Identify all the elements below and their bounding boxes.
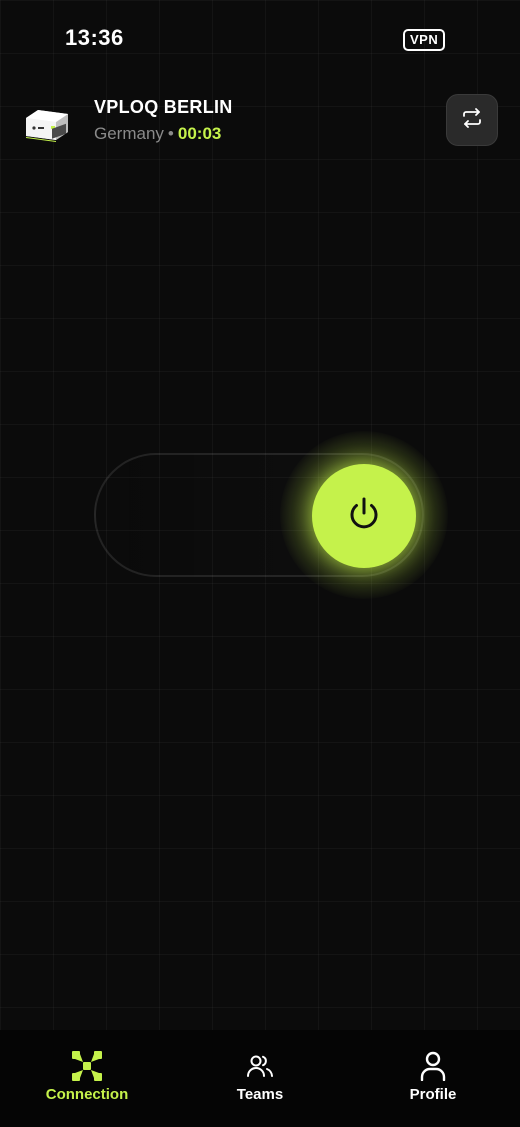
vpn-badge: VPN: [403, 29, 446, 51]
bottom-nav: Connection Teams Profile: [0, 1030, 520, 1127]
server-country: Germany: [94, 124, 164, 143]
separator-dot: •: [167, 124, 174, 143]
tab-profile[interactable]: Profile: [353, 1050, 513, 1110]
swap-arrows-icon: [461, 107, 483, 134]
connection-timer: 00:03: [177, 124, 222, 143]
tab-connection[interactable]: Connection: [7, 1050, 167, 1110]
profile-icon: [417, 1050, 449, 1082]
connection-toggle[interactable]: [94, 431, 448, 599]
server-header: VPLOQ BERLIN Germany • 00:03: [0, 90, 520, 160]
status-time: 13:36: [65, 25, 124, 50]
server-subtitle: Germany • 00:03: [94, 124, 221, 144]
tab-teams[interactable]: Teams: [180, 1050, 340, 1110]
server-box-icon: [24, 106, 70, 142]
teams-icon: [244, 1050, 276, 1082]
status-bar: 13:36 VPN: [0, 0, 520, 78]
tab-teams-label: Teams: [236, 1086, 284, 1103]
switch-server-button[interactable]: [446, 94, 498, 146]
server-name: VPLOQ BERLIN: [94, 97, 233, 117]
tab-connection-label: Connection: [45, 1086, 129, 1103]
power-icon: [344, 494, 384, 539]
tab-profile-label: Profile: [409, 1086, 457, 1103]
power-button[interactable]: [312, 464, 416, 568]
connection-icon: [71, 1050, 103, 1082]
